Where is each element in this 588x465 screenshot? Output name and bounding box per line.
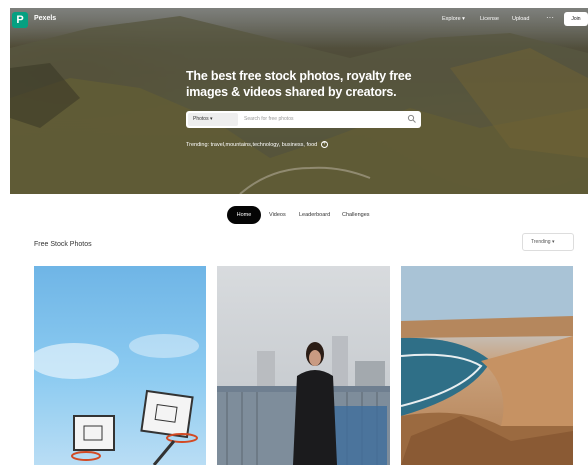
search-type-dropdown[interactable]: Photos ▾ [188, 113, 238, 126]
join-button[interactable]: Join [564, 12, 588, 26]
trending-label: Trending: [186, 141, 210, 148]
tab-home[interactable]: Home [227, 206, 261, 224]
trending-row: Trending: travel,mountains,technology, b… [186, 141, 328, 148]
basketball-hoops-photo [34, 334, 199, 465]
more-menu-icon[interactable]: ··· [546, 13, 554, 22]
tab-leaderboard[interactable]: Leaderboard [299, 206, 330, 224]
trending-link[interactable]: travel, [211, 142, 226, 148]
logo-letter: P [16, 14, 24, 26]
woman-on-bridge-photo [217, 336, 390, 465]
section-title: Free Stock Photos [34, 241, 92, 248]
hero-overlay [10, 8, 588, 194]
tab-videos[interactable]: Videos [269, 206, 286, 224]
nav-license[interactable]: License [480, 16, 499, 22]
pexels-logo[interactable]: P [12, 12, 28, 28]
photo-card[interactable] [401, 266, 573, 465]
photo-card[interactable] [217, 266, 390, 465]
hero-banner [10, 8, 588, 194]
coastal-beach-photo [401, 266, 573, 465]
trending-link[interactable]: business, [282, 142, 305, 148]
brand-name[interactable]: Pexels [34, 15, 56, 22]
nav-upload[interactable]: Upload [512, 16, 529, 22]
nav-explore[interactable]: Explore ▾ [442, 16, 465, 22]
search-input[interactable]: Search for free photos [244, 111, 293, 128]
sort-dropdown[interactable]: Trending ▾ [522, 233, 574, 251]
search-bar[interactable]: Photos ▾ Search for free photos [186, 111, 421, 128]
trending-link[interactable]: technology, [252, 142, 280, 148]
trending-link[interactable]: mountains, [226, 142, 253, 148]
tab-challenges[interactable]: Challenges [342, 206, 370, 224]
trending-link[interactable]: food [307, 142, 318, 148]
hero-headline: The best free stock photos, royalty free… [186, 69, 412, 99]
photo-card[interactable] [34, 266, 206, 465]
more-trending-icon[interactable]: + [320, 141, 328, 148]
search-icon[interactable] [407, 114, 417, 124]
